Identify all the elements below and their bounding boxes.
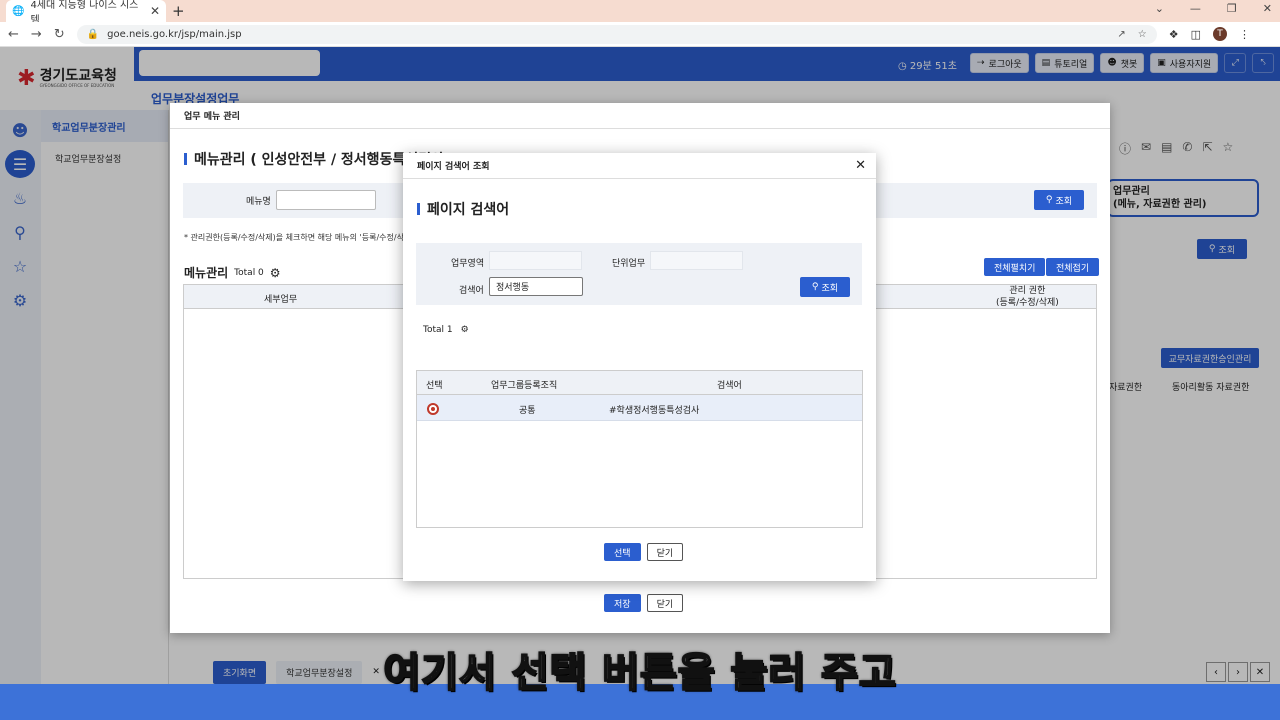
area-input[interactable] (489, 251, 582, 270)
minimize-icon[interactable]: — (1190, 2, 1201, 15)
globe-icon: 🌐 (12, 5, 25, 17)
menu-name-input[interactable] (276, 190, 376, 210)
address-bar: ← → ↻ 🔒 goe.neis.go.kr/jsp/main.jsp ↗ ☆ … (0, 22, 1280, 47)
col-sub-task: 세부업무 (264, 295, 298, 305)
col-perm: 관리 권한 (1009, 286, 1046, 296)
grid-total: Total 0 (234, 267, 264, 278)
search-button[interactable]: ⚲ 조회 (1034, 190, 1084, 210)
new-tab-icon[interactable]: + (172, 2, 185, 20)
menu-name-label: 메뉴명 (246, 197, 271, 207)
lock-icon: 🔒 (86, 28, 100, 40)
keyword-label: 검색어 (459, 286, 484, 296)
url-field[interactable]: 🔒 goe.neis.go.kr/jsp/main.jsp ↗ ☆ (76, 24, 1157, 44)
search-button[interactable]: ⚲ 조회 (800, 277, 850, 297)
keyword-search-modal: 페이지 검색어 조회 ✕ 페이지 검색어 업무영역 단위업무 검색어 정서행동 … (403, 153, 876, 581)
expand-all-button[interactable]: 전체펼치기 (984, 258, 1046, 276)
bookmark-star-icon[interactable]: ☆ (1138, 29, 1147, 40)
col-select: 선택 (426, 381, 443, 391)
area-label: 업무영역 (451, 259, 485, 269)
maximize-icon[interactable]: ❐ (1227, 2, 1237, 15)
grid-title: 메뉴관리 (184, 266, 229, 280)
collapse-all-button[interactable]: 전체접기 (1046, 258, 1100, 276)
select-radio[interactable] (427, 403, 439, 415)
table-row[interactable]: 공통 #학생정서행동특성검사 (417, 395, 862, 421)
search-icon: ⚲ (811, 282, 819, 292)
close-button[interactable]: 닫기 (646, 594, 684, 612)
row-org: 공통 (519, 406, 536, 416)
video-subtitle: 여기서 선택 버튼을 눌러 주고 (382, 649, 897, 697)
grid-total: Total 1 (423, 325, 453, 335)
reload-icon[interactable]: ↻ (54, 27, 65, 42)
search-icon: ⚲ (1045, 195, 1053, 205)
forward-icon[interactable]: → (31, 27, 42, 42)
menu-kebab-icon[interactable]: ⋮ (1239, 28, 1250, 41)
tab-close-icon[interactable]: ✕ (150, 4, 160, 18)
select-button[interactable]: 선택 (604, 543, 641, 561)
tab-search-icon[interactable]: ⌄ (1155, 2, 1164, 15)
back-icon[interactable]: ← (8, 27, 19, 42)
close-button[interactable]: 닫기 (646, 543, 684, 561)
save-button[interactable]: 저장 (604, 594, 641, 612)
gear-icon[interactable]: ⚙ (270, 266, 281, 280)
col-org: 업무그룹등록조직 (491, 381, 558, 391)
search-panel: 업무영역 단위업무 검색어 정서행동 ⚲ 조회 (416, 243, 862, 305)
close-icon[interactable]: ✕ (855, 158, 866, 173)
extensions-icon[interactable]: ❖ (1169, 28, 1179, 41)
modal-title: 업무 메뉴 관리 (170, 103, 1110, 129)
gear-icon[interactable]: ⚙ (461, 325, 469, 335)
browser-tab-bar: 🌐 4세대 지능형 나이스 시스템 ✕ + ⌄ — ❐ ✕ (0, 0, 1280, 26)
section-title: 페이지 검색어 (427, 202, 510, 218)
profile-avatar[interactable]: T (1213, 27, 1227, 41)
row-keyword: #학생정서행동특성검사 (609, 406, 700, 416)
url-text: goe.neis.go.kr/jsp/main.jsp (107, 28, 242, 40)
sidepanel-icon[interactable]: ◫ (1191, 28, 1201, 41)
unit-label: 단위업무 (612, 259, 646, 269)
share-icon[interactable]: ↗ (1117, 29, 1125, 40)
browser-tab[interactable]: 🌐 4세대 지능형 나이스 시스템 ✕ (6, 0, 166, 26)
keyword-input[interactable]: 정서행동 (489, 277, 583, 296)
modal-title: 페이지 검색어 조회 (417, 162, 490, 172)
col-keyword: 검색어 (717, 381, 742, 391)
window-close-icon[interactable]: ✕ (1263, 2, 1272, 15)
unit-input[interactable] (650, 251, 743, 270)
keyword-grid: 선택 업무그룹등록조직 검색어 공통 #학생정서행동특성검사 (416, 370, 863, 528)
